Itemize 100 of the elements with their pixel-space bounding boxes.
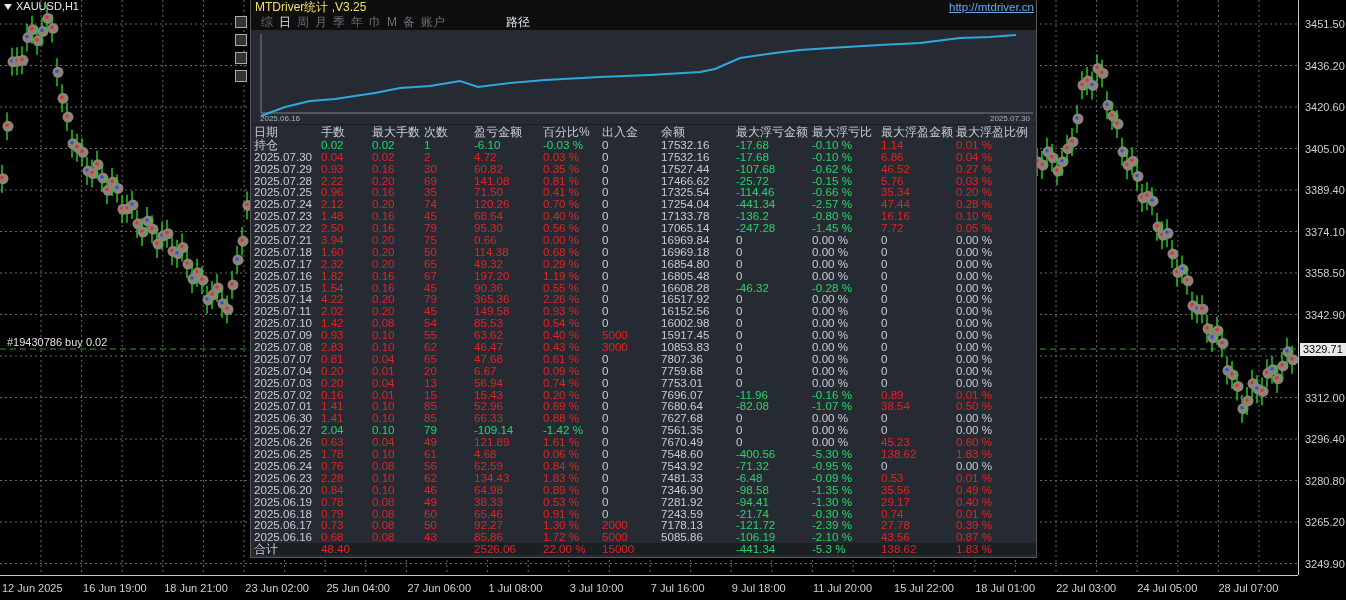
table-cell-text: 0.00 % bbox=[812, 352, 850, 365]
table-cell-text: 1.60 bbox=[321, 245, 345, 258]
table-cell-text: 0.84 % bbox=[543, 459, 581, 472]
table-cell-text: 0.04 bbox=[372, 436, 396, 449]
period-tab[interactable]: 年 bbox=[351, 15, 363, 29]
period-tab[interactable]: 综 bbox=[261, 15, 273, 29]
table-cell-text: 0.53 % bbox=[543, 495, 581, 508]
table-cell-text: 0.16 bbox=[321, 388, 345, 401]
table-cell-text: 0.10 bbox=[372, 412, 396, 425]
table-cell-text: 2025.07.28 bbox=[254, 174, 314, 187]
table-cell-text: 0.09 % bbox=[543, 364, 581, 377]
table-cell-text: 7281.92 bbox=[661, 495, 704, 508]
table-cell-text: 1.42 bbox=[321, 317, 345, 330]
toolbar-square-icon[interactable] bbox=[235, 16, 247, 28]
table-cell-text: -1.30 % bbox=[812, 495, 853, 508]
table-cell-text: 1.83 % bbox=[956, 448, 994, 460]
panel-title: MTDriver统计 ,V3.25 bbox=[255, 0, 367, 14]
table-cell-text: 15000 bbox=[602, 543, 636, 556]
table-cell-text: 0.00 % bbox=[543, 234, 581, 246]
period-tab[interactable]: 日 bbox=[279, 15, 291, 29]
column-header: 最大手数 bbox=[372, 127, 421, 139]
table-cell-text: 17325.54 bbox=[661, 186, 711, 199]
table-cell-text: 2025.07.09 bbox=[254, 329, 314, 342]
table-cell-text: 0.10 % bbox=[956, 210, 994, 223]
table-cell-text: -6.10 bbox=[474, 138, 502, 151]
dropdown-triangle-icon[interactable] bbox=[4, 3, 12, 10]
table-cell-text: -21.74 bbox=[736, 507, 770, 520]
table-cell-text: 0.60 % bbox=[956, 436, 994, 449]
table-cell-text: -0.30 % bbox=[812, 507, 853, 520]
table-cell-text: 16002.98 bbox=[661, 317, 711, 330]
period-tab[interactable]: 备 bbox=[403, 15, 415, 29]
table-cell-text: 4.22 bbox=[321, 293, 345, 306]
table-cell-text: 16969.18 bbox=[661, 245, 711, 258]
toolbar-square-icon[interactable] bbox=[235, 70, 247, 82]
table-cell-text: 0 bbox=[736, 376, 744, 389]
table-cell-text: 0.01 bbox=[372, 388, 396, 401]
table-cell-text: 2025.06.30 bbox=[254, 412, 314, 425]
table-cell-text: 60 bbox=[424, 507, 438, 520]
table-cell-text: 0.00 % bbox=[812, 317, 850, 330]
table-cell-text: 13 bbox=[424, 376, 438, 389]
period-tab[interactable]: 月 bbox=[315, 15, 327, 29]
table-cell-text: 71.50 bbox=[474, 186, 504, 199]
table-cell-text: 365.36 bbox=[474, 293, 511, 306]
table-cell-text: 1.14 bbox=[881, 138, 904, 151]
table-cell-text: 0.10 bbox=[372, 400, 396, 413]
table-cell-text: 35 bbox=[424, 186, 438, 199]
table-cell-text: 0.40 % bbox=[543, 210, 581, 223]
table-cell-text: 0.00 % bbox=[956, 317, 994, 330]
table-cell-text: 149.58 bbox=[474, 305, 511, 318]
table-cell-text: 0 bbox=[602, 424, 610, 437]
period-tab[interactable]: 账户 bbox=[421, 15, 445, 29]
table-cell-text: 49 bbox=[424, 495, 438, 508]
website-link[interactable]: http://mtdriver.cn bbox=[949, 0, 1034, 14]
table-cell-text: 16517.92 bbox=[661, 293, 711, 306]
path-button[interactable]: 路径 bbox=[506, 15, 530, 29]
table-cell-text: 0.10 bbox=[372, 341, 396, 353]
table-cell-text: 22.00 % bbox=[543, 543, 587, 556]
period-tab[interactable]: 巾 bbox=[369, 15, 381, 29]
table-cell-text: 0 bbox=[602, 138, 609, 151]
period-tab[interactable]: M bbox=[387, 15, 397, 29]
table-cell-text: 90.36 bbox=[474, 281, 504, 294]
table-cell-text: 85.53 bbox=[474, 317, 504, 330]
table-cell-text: -0.62 % bbox=[812, 162, 853, 175]
table-cell-text: 0.00 % bbox=[812, 257, 850, 270]
table-cell-text: 2.04 bbox=[321, 424, 345, 437]
period-tab[interactable]: 季 bbox=[333, 15, 345, 29]
table-cell-text: 0 bbox=[736, 245, 744, 258]
column-header: 最大浮盈比例 bbox=[956, 127, 1029, 139]
table-cell-text: 0.16 bbox=[372, 162, 396, 175]
table-cell-text: 0.08 bbox=[372, 495, 396, 508]
table-cell-text: 2025.07.30 bbox=[254, 150, 314, 163]
table-cell-text: 0.00 % bbox=[956, 459, 994, 472]
table-cell-text: 2.22 bbox=[321, 174, 345, 187]
column-header: 百分比% bbox=[543, 127, 591, 139]
table-cell-text: 45 bbox=[424, 210, 438, 223]
table-cell-text: 0.20 bbox=[321, 376, 345, 389]
table-cell-text: 2025.07.10 bbox=[254, 317, 314, 330]
table-cell-text: 45.23 bbox=[881, 436, 911, 449]
table-cell-text: 0.08 bbox=[372, 519, 396, 532]
time-label: 9 Jul 18:00 bbox=[730, 581, 787, 596]
table-cell-text: 0.10 bbox=[372, 483, 396, 496]
table-cell-text: 3000 bbox=[602, 341, 629, 353]
table-cell-text: 2025.07.24 bbox=[254, 198, 314, 211]
table-cell-text: 67 bbox=[424, 269, 438, 282]
table-cell-text: 0 bbox=[602, 471, 610, 484]
table-cell-text: 50 bbox=[424, 245, 438, 258]
table-cell-text: 2025.07.22 bbox=[254, 222, 314, 235]
table-cell-text: 0.08 bbox=[372, 531, 396, 544]
table-cell-text: 0 bbox=[602, 198, 610, 211]
table-cell-text: 2.26 % bbox=[543, 293, 581, 306]
table-cell-text: 0.00 % bbox=[812, 376, 850, 389]
period-tab[interactable]: 周 bbox=[297, 15, 309, 29]
toolbar-square-icon[interactable] bbox=[235, 52, 247, 64]
table-cell-text: 2025.07.17 bbox=[254, 257, 314, 270]
toolbar-square-icon[interactable] bbox=[235, 34, 247, 46]
table-cell-text: 60.82 bbox=[474, 162, 504, 175]
table-cell-text: 2526.06 bbox=[474, 543, 517, 556]
table-cell-text: 0.00 % bbox=[956, 245, 994, 258]
table-cell-text: -0.95 % bbox=[812, 459, 853, 472]
table-cell-text: 47.68 bbox=[474, 352, 504, 365]
